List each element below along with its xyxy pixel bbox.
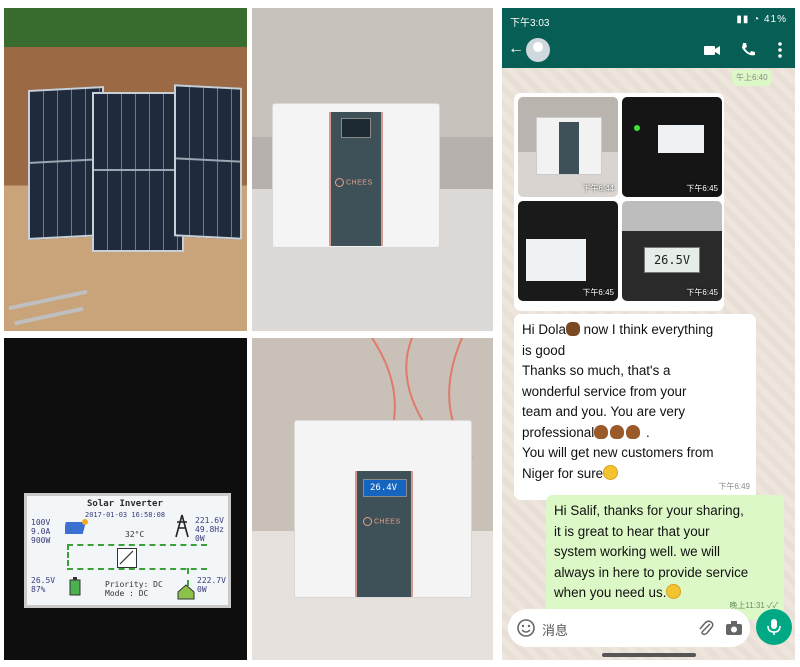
ok-hand-emoji bbox=[626, 424, 641, 439]
cabinet-front-strip: CHEES bbox=[329, 112, 383, 246]
chat-header: ← bbox=[502, 32, 795, 68]
lcd-title: Solar Inverter bbox=[87, 499, 163, 509]
lcd-temperature: 32°C bbox=[125, 530, 145, 539]
waving-hand-emoji bbox=[565, 322, 580, 336]
battery-cabinet: 26.4V CHEES bbox=[294, 420, 472, 598]
image-time: 下午6:45 bbox=[582, 288, 614, 297]
status-time: 下午3:03 bbox=[510, 18, 550, 29]
inverter-lcd-screen: Solar Inverter 2017-01-03 16:58:08 100V … bbox=[24, 493, 231, 608]
status-icons: ▮▮ ◔ 41% bbox=[736, 14, 787, 25]
image-time: 下午6:45 bbox=[686, 184, 718, 193]
image-time: 下午6:45 bbox=[686, 288, 718, 297]
cabinet-front-strip: 26.4V CHEES bbox=[355, 471, 413, 597]
image-thumb[interactable]: 下午6:45 bbox=[622, 97, 722, 197]
lcd-pv-power: 900W bbox=[31, 536, 51, 545]
lcd-mode: Mode : DC bbox=[105, 589, 149, 598]
ok-hand-emoji bbox=[610, 424, 625, 439]
message-time: 下午6:49 bbox=[718, 481, 750, 491]
voice-call-icon[interactable] bbox=[738, 40, 758, 60]
lcd-priority: Priority: DC bbox=[105, 580, 163, 589]
screenshot-root: CHEES Solar Inverter 2017-01-03 16:58:08… bbox=[0, 0, 800, 667]
lcd-battery-voltage: 26.5V bbox=[31, 576, 56, 585]
incoming-message[interactable]: Hi Dola now I think everything is good T… bbox=[514, 314, 756, 500]
whatsapp-chat-screen: 下午3:03 ▮▮ ◔ 41% ← 午上6:40 下午6:44 下午6:45 下… bbox=[502, 8, 795, 660]
smiling-face-emoji bbox=[603, 464, 619, 480]
battery-icon bbox=[69, 577, 81, 596]
contact-avatar[interactable] bbox=[526, 38, 550, 62]
inverter-box-icon bbox=[117, 548, 137, 568]
brand-logo: CHEES bbox=[335, 178, 373, 187]
outgoing-message[interactable]: Hi Salif, thanks for your sharing, it is… bbox=[546, 495, 784, 620]
lcd-pv-voltage: 100V bbox=[31, 518, 51, 527]
transmission-tower-icon bbox=[175, 514, 189, 538]
lcd-grid-frequency: 49.8Hz bbox=[195, 525, 224, 534]
smiling-face-emoji bbox=[666, 584, 682, 599]
brand-logo: CHEES bbox=[363, 517, 401, 526]
image-thumb[interactable]: 26.5V 下午6:45 bbox=[622, 201, 722, 301]
image-time: 下午6:44 bbox=[582, 184, 614, 193]
cabinet-screen bbox=[341, 118, 371, 138]
lcd-load-power: 0W bbox=[197, 585, 207, 594]
microphone-button[interactable] bbox=[756, 609, 792, 645]
previous-message-time: 午上6:40 bbox=[732, 70, 772, 86]
house-load-icon bbox=[177, 584, 195, 600]
cabinet-screen-value: 26.4V bbox=[370, 483, 398, 493]
solar-panel bbox=[174, 84, 242, 240]
battery-cabinet-installed-photo: 26.4V CHEES bbox=[252, 338, 493, 660]
battery-cabinet: CHEES bbox=[272, 103, 440, 248]
inverter-lcd-photo: Solar Inverter 2017-01-03 16:58:08 100V … bbox=[4, 338, 247, 660]
gesture-nav-bar[interactable] bbox=[602, 653, 696, 657]
image-thumb[interactable]: 下午6:44 bbox=[518, 97, 618, 197]
solar-panels-photo bbox=[4, 8, 247, 331]
cabinet-screen: 26.4V bbox=[363, 479, 407, 497]
more-options-icon[interactable] bbox=[770, 40, 790, 60]
emoji-icon[interactable] bbox=[516, 618, 536, 638]
mounting-rail bbox=[14, 306, 84, 326]
lcd-grid-power: 0W bbox=[195, 534, 205, 543]
solar-panel-icon bbox=[65, 519, 88, 534]
flow-line bbox=[67, 544, 69, 566]
battery-cabinet-indoor-photo: CHEES bbox=[252, 8, 493, 331]
lcd-datetime: 2017-01-03 16:58:08 bbox=[85, 511, 166, 519]
lcd-grid-voltage: 221.6V bbox=[195, 516, 224, 525]
flow-line bbox=[67, 568, 207, 570]
message-input[interactable]: 消息 bbox=[542, 620, 568, 639]
lcd-battery-percent: 87% bbox=[31, 585, 46, 594]
back-arrow-icon[interactable]: ← bbox=[508, 40, 524, 58]
attach-icon[interactable] bbox=[696, 618, 716, 638]
image-album-bubble[interactable]: 下午6:44 下午6:45 下午6:45 26.5V 下午6:45 bbox=[514, 93, 724, 311]
camera-icon[interactable] bbox=[724, 618, 744, 638]
image-thumb[interactable]: 下午6:45 bbox=[518, 201, 618, 301]
message-composer[interactable]: 消息 bbox=[508, 609, 750, 647]
flow-line bbox=[67, 544, 207, 546]
lcd-pv-current: 9.0A bbox=[31, 527, 51, 536]
microphone-icon bbox=[767, 619, 781, 635]
voltage-display: 26.5V bbox=[644, 247, 700, 273]
ok-hand-emoji bbox=[594, 424, 609, 439]
lcd-load-voltage: 222.7V bbox=[197, 576, 226, 585]
solar-panel bbox=[92, 92, 184, 252]
status-bar: 下午3:03 ▮▮ ◔ 41% bbox=[502, 8, 795, 32]
video-call-icon[interactable] bbox=[702, 40, 722, 60]
